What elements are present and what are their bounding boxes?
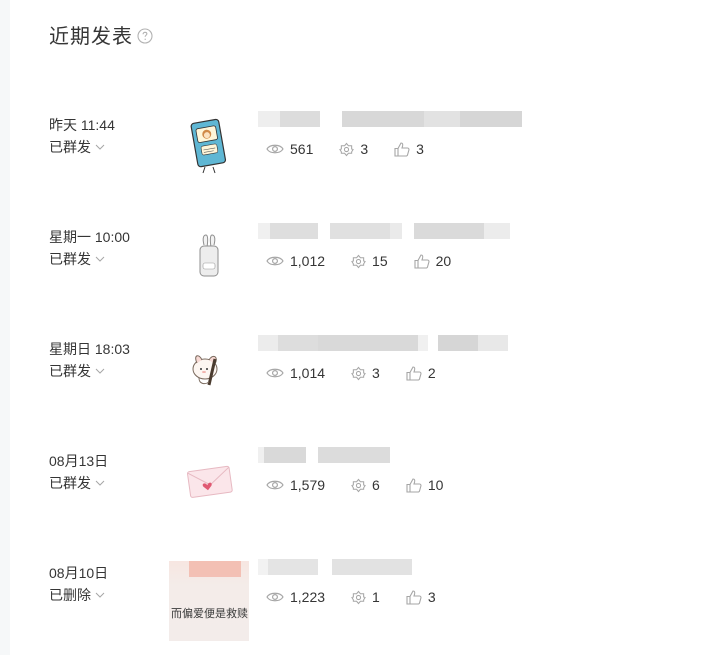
eye-icon <box>266 256 284 266</box>
like-count: 10 <box>406 477 444 493</box>
like-count-value: 3 <box>427 589 436 605</box>
post-item[interactable]: 08月10日 已删除 而偏爱便是救赎 1,223 1 3 <box>0 559 724 665</box>
chevron-down-icon <box>95 256 105 262</box>
view-count: 561 <box>266 141 313 157</box>
post-stats: 1,012 15 20 <box>266 253 477 269</box>
question-circle-icon[interactable] <box>137 27 153 44</box>
view-count: 1,579 <box>266 477 325 493</box>
envelope-heart-sticker[interactable] <box>169 443 249 523</box>
post-item[interactable]: 昨天 11:44 已群发 561 3 3 <box>0 107 724 217</box>
post-status-dropdown[interactable]: 已群发 <box>49 251 130 267</box>
view-count-value: 1,223 <box>290 589 326 605</box>
share-icon <box>351 478 366 492</box>
chevron-down-icon <box>95 368 105 374</box>
view-count: 1,014 <box>266 365 325 381</box>
share-count: 1 <box>351 589 380 605</box>
rabbit-phone-sticker[interactable] <box>169 219 249 299</box>
post-status-dropdown[interactable]: 已群发 <box>49 475 108 491</box>
post-stats: 1,223 1 3 <box>266 589 462 605</box>
post-title-blurred[interactable] <box>258 335 522 351</box>
post-status-dropdown[interactable]: 已删除 <box>49 587 108 603</box>
chevron-down-icon <box>95 480 105 486</box>
post-item[interactable]: 08月13日 已群发 1,579 6 10 <box>0 443 724 553</box>
post-status-label: 已群发 <box>49 475 91 491</box>
post-status-label: 已群发 <box>49 251 91 267</box>
post-status-label: 已群发 <box>49 139 91 155</box>
share-count-value: 3 <box>372 365 380 381</box>
share-icon <box>351 366 366 380</box>
share-count: 15 <box>351 253 388 269</box>
view-count-value: 561 <box>290 141 314 157</box>
post-time: 昨天 11:44 <box>49 117 115 133</box>
photo-handwriting-text: 而偏爱便是救赎 <box>171 607 248 620</box>
bunny-pen-sticker[interactable] <box>169 331 249 411</box>
post-stats: 561 3 3 <box>266 141 450 157</box>
book-character-sticker[interactable] <box>169 107 249 187</box>
share-count: 3 <box>351 365 380 381</box>
like-count: 2 <box>406 365 436 381</box>
post-item[interactable]: 星期日 18:03 已群发 1,014 3 2 <box>0 331 724 441</box>
like-count-value: 2 <box>427 365 436 381</box>
thumbs-up-icon <box>406 477 422 493</box>
like-count-value: 20 <box>435 253 452 269</box>
eye-icon <box>266 368 284 378</box>
post-stats: 1,014 3 2 <box>266 365 462 381</box>
share-icon <box>351 590 366 604</box>
share-icon <box>339 142 355 156</box>
post-item[interactable]: 星期一 10:00 已群发 1,012 15 20 <box>0 219 724 329</box>
view-count: 1,223 <box>266 589 325 605</box>
post-status-dropdown[interactable]: 已群发 <box>49 363 130 379</box>
share-count-value: 6 <box>372 477 380 493</box>
post-title-blurred[interactable] <box>258 559 522 575</box>
post-stats: 1,579 6 10 <box>266 477 469 493</box>
post-time: 08月13日 <box>49 453 109 469</box>
post-status-dropdown[interactable]: 已群发 <box>49 139 115 155</box>
share-count: 3 <box>339 141 368 157</box>
post-title-blurred[interactable] <box>258 223 522 239</box>
like-count: 3 <box>406 589 436 605</box>
chevron-down-icon <box>95 592 105 598</box>
chevron-down-icon <box>95 144 105 150</box>
eye-icon <box>266 480 284 490</box>
post-time: 星期一 10:00 <box>49 229 130 245</box>
like-count: 20 <box>414 253 452 269</box>
post-title-blurred[interactable] <box>258 111 522 127</box>
like-count-value: 10 <box>427 477 444 493</box>
post-title-blurred[interactable] <box>258 447 522 463</box>
share-icon <box>351 254 366 268</box>
thumbs-up-icon <box>394 141 410 157</box>
post-time: 星期日 18:03 <box>49 341 130 357</box>
handwriting-photo[interactable]: 而偏爱便是救赎 <box>169 561 249 641</box>
thumbs-up-icon <box>414 253 430 269</box>
share-count-value: 1 <box>372 589 380 605</box>
eye-icon <box>266 144 284 154</box>
thumbs-up-icon <box>406 589 422 605</box>
post-status-label: 已删除 <box>49 587 91 603</box>
share-count: 6 <box>351 477 380 493</box>
post-time: 08月10日 <box>49 565 109 581</box>
like-count: 3 <box>394 141 424 157</box>
eye-icon <box>266 592 284 602</box>
view-count: 1,012 <box>266 253 325 269</box>
header: 近期发表 <box>49 20 153 49</box>
post-status-label: 已群发 <box>49 363 91 379</box>
view-count-value: 1,014 <box>290 365 326 381</box>
view-count-value: 1,012 <box>290 253 326 269</box>
share-count-value: 3 <box>360 141 369 157</box>
share-count-value: 15 <box>372 253 388 269</box>
thumbs-up-icon <box>406 365 422 381</box>
page-title: 近期发表 <box>49 26 133 48</box>
like-count-value: 3 <box>416 141 424 157</box>
view-count-value: 1,579 <box>290 477 326 493</box>
